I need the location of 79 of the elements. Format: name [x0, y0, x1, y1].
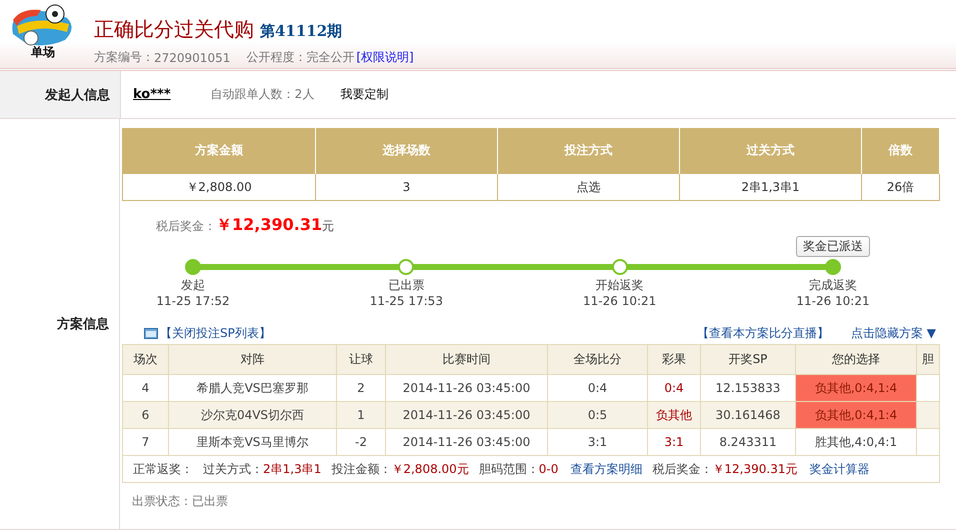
- folder-icon: [144, 328, 158, 338]
- column-header: 倍数: [862, 128, 940, 174]
- visibility-value: 完全公开: [306, 49, 354, 66]
- column-header: 对阵: [168, 344, 336, 374]
- column-header: 过关方式: [680, 128, 862, 174]
- table-cell: ￥2,808.00: [122, 174, 316, 200]
- step-time: 11-25 17:52: [156, 294, 230, 308]
- followers-label: 自动跟单人数：: [210, 86, 295, 103]
- table-cell: 2串1,3串1: [680, 174, 862, 200]
- footer-link[interactable]: 奖金计算器: [809, 460, 870, 478]
- status-badge: 奖金已派送: [796, 236, 870, 257]
- plan-number: 2720901051: [154, 50, 230, 64]
- table-cell: -2: [336, 428, 386, 456]
- column-header: 您的选择: [796, 344, 916, 374]
- footer-label: 正常返奖：: [133, 460, 193, 478]
- hide-plan-link[interactable]: 点击隐藏方案 ▼: [850, 324, 936, 342]
- page-title: 正确比分过关代购: [94, 16, 254, 43]
- footer-label: 胆码范围：: [478, 460, 539, 478]
- ticket-status: 已出票: [192, 494, 228, 508]
- column-header: 投注方式: [498, 128, 680, 174]
- prize-unit: 元: [322, 218, 334, 235]
- footer-value: ￥2,808.00元: [391, 460, 469, 478]
- step-time: 11-26 10:21: [796, 294, 870, 308]
- followers-count: 2人: [294, 86, 314, 103]
- footer-label: 投注金额：: [331, 460, 392, 478]
- column-header: 让球: [336, 344, 386, 374]
- table-cell: 负其他: [648, 402, 700, 428]
- sp-list-toggle[interactable]: 【关闭投注SP列表】: [122, 324, 271, 342]
- column-header: 选择场数: [316, 128, 498, 174]
- step-time: 11-25 17:53: [370, 294, 443, 308]
- table-cell: 6: [122, 402, 168, 428]
- permission-link[interactable]: [权限说明]: [356, 49, 414, 66]
- section-label: 发起人信息: [0, 71, 121, 118]
- table-cell: 3:1: [648, 428, 700, 456]
- footer-value: ￥12,390.31元: [712, 460, 798, 478]
- table-cell: 0:5: [548, 402, 648, 428]
- table-cell: 1: [336, 402, 386, 428]
- table-cell: 2014-11-26 03:45:00: [386, 428, 548, 456]
- step-label: 完成返奖: [808, 277, 857, 294]
- table-cell: 3: [316, 174, 498, 200]
- table-cell: 3:1: [548, 428, 648, 456]
- visibility-label: 公开程度：: [246, 49, 306, 66]
- column-header: 场次: [122, 344, 168, 374]
- table-cell: 胜其他,4:0,4:1: [796, 428, 916, 456]
- column-header: 彩果: [648, 344, 700, 374]
- step-label: 已出票: [388, 277, 424, 294]
- table-cell: 负其他,0:4,1:4: [796, 374, 916, 402]
- column-header: 胆: [916, 344, 940, 374]
- footer-label: 税后奖金：: [652, 460, 712, 478]
- table-cell: 7: [122, 428, 168, 456]
- table-cell: 点选: [498, 174, 680, 200]
- live-score-link[interactable]: 【查看本方案比分直播】: [696, 324, 829, 342]
- footer-label: 过关方式：: [203, 460, 263, 478]
- step-label: 开始返奖: [596, 277, 644, 294]
- table-cell: 26倍: [862, 174, 940, 200]
- prize-amount: ￥12,390.31: [216, 215, 322, 236]
- footer-value: 2串1,3串1: [263, 460, 322, 478]
- step-time: 11-26 10:21: [583, 294, 656, 308]
- logo-caption: 单场: [31, 44, 55, 61]
- footer-link[interactable]: 查看方案明细: [570, 460, 642, 478]
- user-link[interactable]: ko***: [133, 87, 171, 102]
- column-header: 开奖SP: [700, 344, 796, 374]
- issue-number: 第41112期: [260, 22, 342, 41]
- table-cell: 里斯本竞VS马里博尔: [168, 428, 336, 456]
- table-cell: 沙尔克04VS切尔西: [168, 402, 336, 428]
- ticket-status-label: 出票状态：: [132, 494, 192, 508]
- section-label: 方案信息: [0, 119, 120, 529]
- table-cell: 8.243311: [700, 428, 796, 456]
- column-header: 比赛时间: [386, 344, 548, 374]
- column-header: 全场比分: [548, 344, 648, 374]
- table-cell: 30.161468: [700, 402, 796, 428]
- footer-value: 0-0: [538, 462, 558, 476]
- table-cell: 2014-11-26 03:45:00: [386, 402, 548, 428]
- step-label: 发起: [181, 277, 205, 294]
- table-cell: 负其他,0:4,1:4: [796, 402, 916, 428]
- prize-label: 税后奖金：: [156, 218, 216, 235]
- column-header: 方案金额: [122, 128, 316, 174]
- customize-link[interactable]: 我要定制: [340, 86, 388, 103]
- plan-number-label: 方案编号：: [94, 49, 154, 66]
